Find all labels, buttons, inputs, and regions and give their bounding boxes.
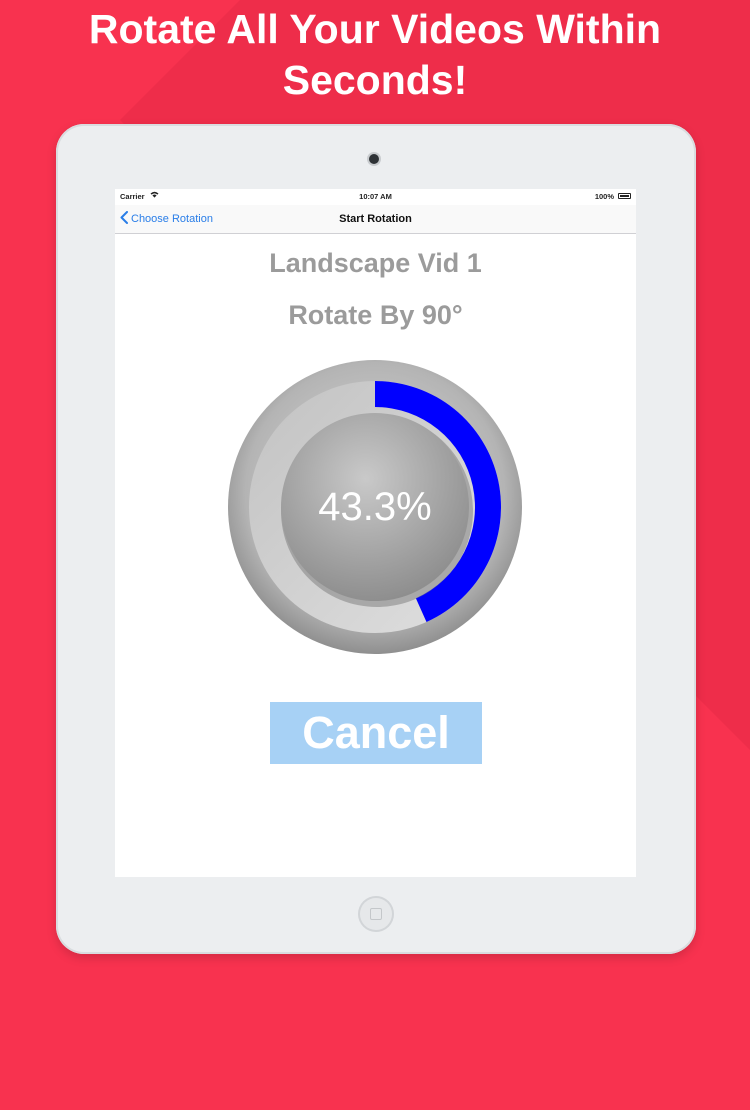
battery-icon: [618, 193, 631, 199]
navigation-bar: Choose Rotation Start Rotation: [115, 205, 636, 234]
camera-icon: [369, 154, 379, 164]
rotation-amount: Rotate By 90°: [288, 300, 463, 330]
app-screen: Carrier 10:07 AM 100% Choose Rotation St…: [115, 189, 636, 877]
progress-percentage: 43.3%: [318, 484, 432, 529]
headline-line-1: Rotate All Your Videos Within: [88, 6, 662, 52]
progress-ring: 43.3%: [225, 357, 525, 657]
headline-line-2: Seconds!: [282, 57, 468, 103]
home-button-icon[interactable]: [358, 896, 394, 932]
status-time: 10:07 AM: [359, 192, 392, 201]
home-square-icon: [370, 908, 382, 920]
promo-headline: Rotate All Your Videos Within Seconds!: [0, 4, 750, 106]
nav-title: Start Rotation: [339, 213, 412, 225]
status-bar: Carrier 10:07 AM 100%: [115, 189, 636, 205]
cancel-button[interactable]: Cancel: [270, 702, 482, 764]
tablet-frame: Carrier 10:07 AM 100% Choose Rotation St…: [56, 124, 696, 954]
video-name: Landscape Vid 1: [269, 248, 482, 278]
battery-percent: 100%: [594, 192, 614, 201]
